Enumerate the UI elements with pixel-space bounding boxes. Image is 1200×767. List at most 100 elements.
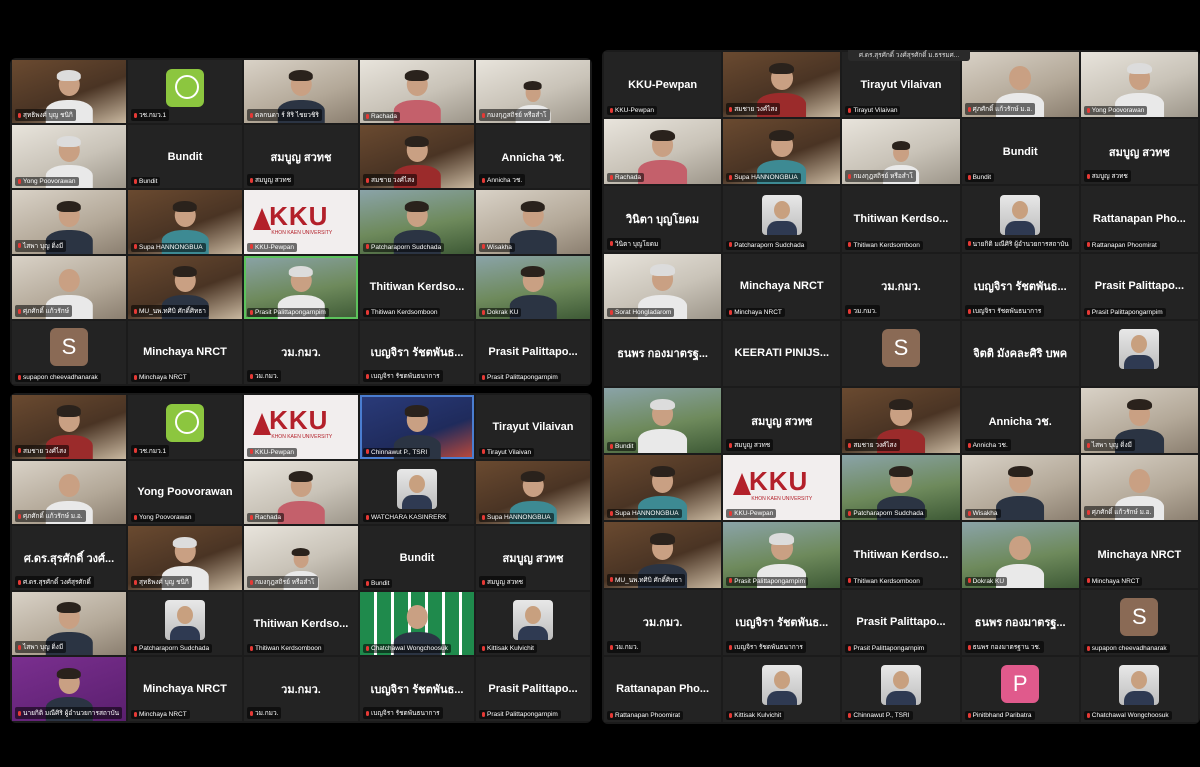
participant-tile[interactable] <box>1080 320 1198 386</box>
participant-tile[interactable]: ศุภศักดิ์ แก้วรักษ์ ม.อ. <box>12 460 126 525</box>
participant-tile[interactable]: Rattanapan Pho... Rattanapan Phoomirat <box>1080 186 1198 252</box>
participant-tile[interactable]: สมบูญ สวทช สมบูญ สวทช <box>476 526 590 590</box>
participant-tile[interactable]: Supa HANNONGBUA <box>476 460 590 525</box>
participant-tile[interactable]: Prasit Palittapo... Prasit Palittapongarn… <box>476 657 590 721</box>
participant-tile[interactable]: วม.กมว. วม.กมว. <box>244 320 358 384</box>
participant-tile[interactable]: Prasit Palittapongarnpim <box>244 255 358 319</box>
participant-tile[interactable]: ธนพร กองมาตรฐ... <box>604 320 722 386</box>
participant-tile[interactable]: Supa HANNONGBUA <box>128 190 242 254</box>
participant-tile[interactable]: Bundit <box>604 387 722 454</box>
participant-tile[interactable]: Bundit Bundit <box>961 119 1079 185</box>
participant-tile[interactable]: Tirayut Vilaivan Tirayut Vilaivan <box>842 52 960 118</box>
participant-tile[interactable]: Chinnawut P., TSRI <box>360 395 474 459</box>
participant-tile[interactable]: Prasit Palittapo... Prasit Palittapongarn… <box>1080 253 1198 319</box>
participant-tile[interactable]: Tirayut Vilaivan Tirayut Vilaivan <box>476 395 590 459</box>
participant-tile[interactable]: ศ.ดร.สุรศักดิ์ วงศ์... ศ.ดร.สุรศักดิ์ วงศ… <box>12 526 126 590</box>
participant-tile[interactable]: Rattanapan Pho... Rattanapan Phoomirat <box>604 656 722 722</box>
participant-tile[interactable]: Wisakha <box>961 455 1079 521</box>
participant-tile[interactable]: Chatchawal Wongchoosuk <box>1080 656 1198 722</box>
participant-tile[interactable]: Annicha วช. Annicha วช. <box>961 387 1079 454</box>
participant-tile[interactable]: Annicha วช. Annicha วช. <box>476 125 590 189</box>
participant-tile[interactable]: กมงกุฎสถิรย์ หรือสำโ <box>476 60 590 124</box>
participant-tile[interactable]: P Pinitbhand Paribatra <box>961 656 1079 722</box>
participant-tile[interactable]: สุทธิพงศ์ บุญ ชนิกิ <box>128 526 242 590</box>
participant-tile[interactable]: Dokrak KU <box>961 522 1079 588</box>
participant-tile[interactable]: Minchaya NRCT Minchaya NRCT <box>128 320 242 384</box>
participant-tile[interactable]: สมชาย วงศ์ไสง <box>842 387 960 454</box>
participant-tile[interactable]: ไสพา บุญ ดิ่งมี <box>12 591 126 656</box>
participant-tile[interactable]: วช.กมว.1 <box>128 60 242 124</box>
participant-tile[interactable]: Prasit Palittapo... Prasit Palittapongarn… <box>476 320 590 384</box>
participant-tile[interactable]: ดลกนดา ร์ สิริ ไชยวชิริ <box>244 60 358 124</box>
participant-tile[interactable]: ศุภศักดิ์ แก้วรักษ์ ม.อ. <box>1080 455 1198 521</box>
participant-tile[interactable]: Minchaya NRCT Minchaya NRCT <box>128 657 242 721</box>
participant-tile[interactable]: KKU-Pewpan KKU-Pewpan <box>604 52 722 118</box>
participant-tile[interactable]: WATCHARA KASINRERK <box>360 460 474 525</box>
participant-tile[interactable]: วม.กมว. วม.กมว. <box>604 589 722 655</box>
participant-tile[interactable]: Dokrak KU <box>476 255 590 319</box>
participant-tile[interactable]: Patcharaporn Sudchada <box>128 591 242 656</box>
participant-tile[interactable]: นายกิติ มณีศิริ ผู้อำนวยการสถาบัน <box>961 186 1079 252</box>
participant-tile[interactable]: วช.กมว.1 <box>128 395 242 459</box>
participant-tile[interactable]: Prasit Palittapongarnpim <box>723 522 841 588</box>
participant-tile[interactable]: Supa HANNONGBUA <box>723 119 841 185</box>
participant-tile[interactable]: ศุภศักดิ์ แก้วรักษ์ <box>12 255 126 319</box>
participant-tile[interactable]: Patcharaporn Sudchada <box>723 186 841 252</box>
participant-tile[interactable]: Rachada <box>244 460 358 525</box>
participant-tile[interactable]: สมชาย วงศ์ไสง <box>12 395 126 459</box>
participant-tile[interactable]: Thitiwan Kerdso... Thitiwan Kerdsomboon <box>360 255 474 319</box>
participant-tile[interactable]: สมบูญ สวทช สมบูญ สวทช <box>723 387 841 454</box>
participant-tile[interactable]: Thitiwan Kerdso... Thitiwan Kerdsomboon <box>244 591 358 656</box>
participant-tile[interactable]: Ssupapon cheevadhanarak <box>1080 589 1198 655</box>
participant-tile[interactable]: สมบูญ สวทช สมบูญ สวทช <box>244 125 358 189</box>
participant-tile[interactable]: วม.กมว. วม.กมว. <box>244 657 358 721</box>
participant-tile[interactable]: สมบูญ สวทช สมบูญ สวทช <box>1080 119 1198 185</box>
participant-tile[interactable]: Chinnawut P., TSRI <box>842 656 960 722</box>
participant-tile[interactable]: Ssupapon cheevadhanarak <box>12 320 126 384</box>
participant-tile[interactable]: กมงกุฎสถิรย์ หรือสำโ <box>842 119 960 185</box>
participant-tile[interactable]: Yong Poovorawan <box>1080 52 1198 118</box>
participant-tile[interactable]: Minchaya NRCT Minchaya NRCT <box>1080 522 1198 588</box>
participant-tile[interactable]: Patcharaporn Sudchada <box>842 455 960 521</box>
participant-tile[interactable]: KKU KHON KAEN UNIVERSITY KKU-Pewpan <box>244 395 358 459</box>
participant-tile[interactable]: สุทธิพงศ์ บุญ ชนิกิ <box>12 60 126 124</box>
participant-tile[interactable]: Yong Poovorawan Yong Poovorawan <box>128 460 242 525</box>
participant-tile[interactable]: Wisakha <box>476 190 590 254</box>
participant-tile[interactable]: KEERATI PINIJS... <box>723 320 841 386</box>
participant-tile[interactable]: เบญจิรา รัชตพันธ... เบญจิรา รัชตพันธนาการ <box>961 253 1079 319</box>
participant-tile[interactable]: จิตติ มังคละศิริ บพค <box>961 320 1079 386</box>
participant-tile[interactable]: ศุภศักดิ์ แก้วรักษ์ ม.อ. <box>961 52 1079 118</box>
participant-tile[interactable]: กมงกุฎสถิรย์ หรือสำโ <box>244 526 358 590</box>
participant-tile[interactable]: Bundit Bundit <box>360 526 474 590</box>
participant-tile[interactable]: เบญจิรา รัชตพันธ... เบญจิรา รัชตพันธนาการ <box>723 589 841 655</box>
participant-tile[interactable]: สมชาย วงศ์ไสง <box>723 52 841 118</box>
participant-tile[interactable]: MU_นพ.ทศิบิ ศักดิ์ศิทธา <box>604 522 722 588</box>
participant-tile[interactable]: วม.กมว. วม.กมว. <box>842 253 960 319</box>
participant-tile[interactable]: นายกิติ มณีศิริ ผู้อำนวยการสถาบัน <box>12 657 126 721</box>
participant-tile[interactable]: MU_นพ.ทศิบิ ศักดิ์ศิทธา <box>128 255 242 319</box>
participant-tile[interactable]: ธนพร กองมาตรฐ... ธนพร กองมาตรฐาน วช. <box>961 589 1079 655</box>
participant-tile[interactable]: S <box>842 320 960 386</box>
participant-tile[interactable]: Rachada <box>360 60 474 124</box>
participant-tile[interactable]: Supa HANNONGBUA <box>604 455 722 521</box>
participant-tile[interactable]: ไสพา บุญ ดิ่งมี <box>1080 387 1198 454</box>
participant-tile[interactable]: Chatchawal Wongchoosuk <box>360 591 474 656</box>
participant-tile[interactable]: KKU KHON KAEN UNIVERSITY KKU-Pewpan <box>723 455 841 521</box>
participant-tile[interactable]: Minchaya NRCT Minchaya NRCT <box>723 253 841 319</box>
participant-tile[interactable]: ไสพา บุญ ดิ่งมี <box>12 190 126 254</box>
participant-tile[interactable]: Kittisak Kulvichit <box>476 591 590 656</box>
participant-tile[interactable]: สมชาย วงศ์ไสง <box>360 125 474 189</box>
participant-tile[interactable]: Patcharaporn Sudchada <box>360 190 474 254</box>
participant-tile[interactable]: เบญจิรา รัชตพันธ... เบญจิรา รัชตพันธนาการ <box>360 320 474 384</box>
participant-tile[interactable]: Kittisak Kulvichit <box>723 656 841 722</box>
participant-tile[interactable]: KKU KHON KAEN UNIVERSITY KKU-Pewpan <box>244 190 358 254</box>
participant-tile[interactable]: Yong Poovorawan <box>12 125 126 189</box>
participant-tile[interactable]: เบญจิรา รัชตพันธ... เบญจิรา รัชตพันธนาการ <box>360 657 474 721</box>
participant-tile[interactable]: Bundit Bundit <box>128 125 242 189</box>
participant-tile[interactable]: Prasit Palittapo... Prasit Palittapongarn… <box>842 589 960 655</box>
participant-tile[interactable]: วินิตา บุญโยดม วินิตา บุญโยดม <box>604 186 722 252</box>
participant-tile[interactable]: Sorat Hongladarom <box>604 253 722 319</box>
participant-tile[interactable]: Thitiwan Kerdso... Thitiwan Kerdsomboon <box>842 186 960 252</box>
participant-tile[interactable]: Thitiwan Kerdso... Thitiwan Kerdsomboon <box>842 522 960 588</box>
participant-tile[interactable]: Rachada <box>604 119 722 185</box>
